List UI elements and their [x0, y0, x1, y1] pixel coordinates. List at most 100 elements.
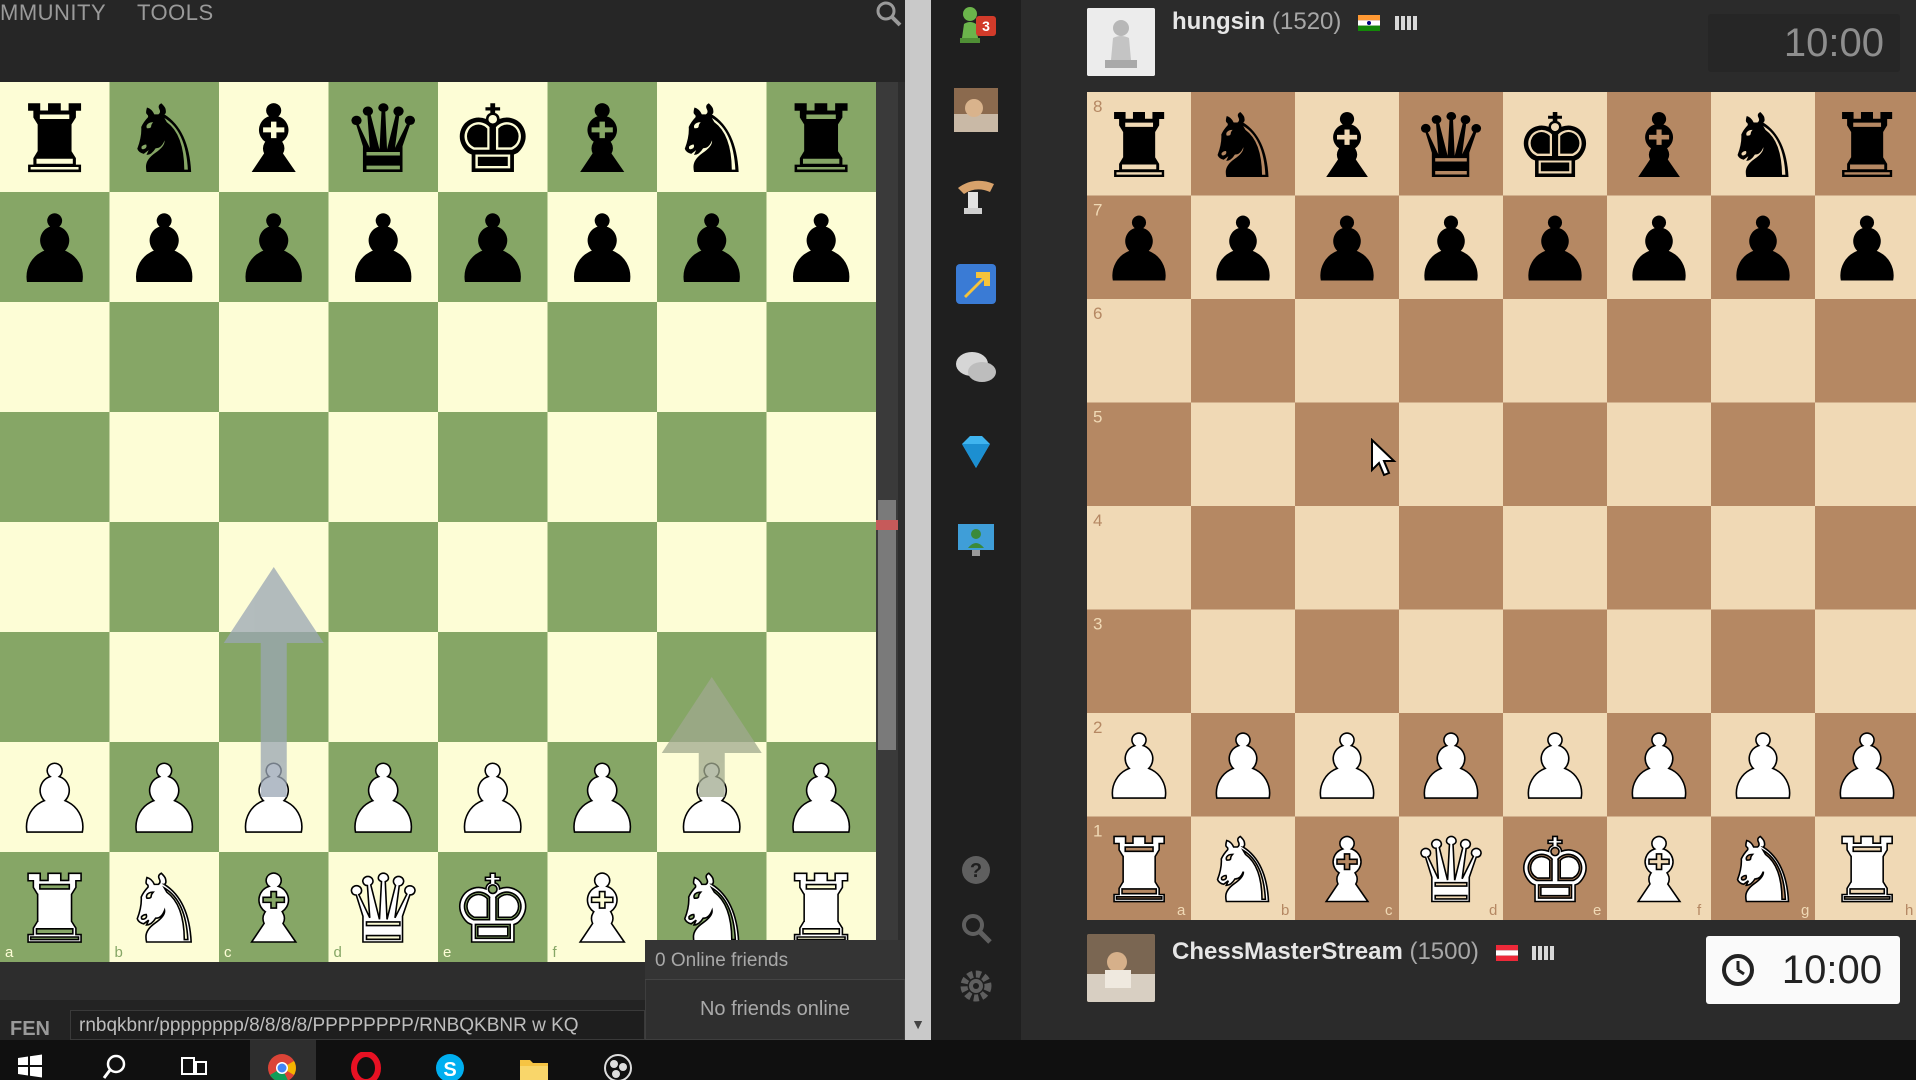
board-square-g6[interactable]: [657, 302, 767, 412]
windows-start-icon[interactable]: [12, 1052, 48, 1080]
bottom-player-avatar[interactable]: [1087, 934, 1155, 1002]
black-pawn-piece[interactable]: ♟: [232, 196, 316, 305]
board-square-f4[interactable]: [547, 522, 658, 632]
search-icon[interactable]: [954, 906, 998, 950]
board-square-d3[interactable]: [1399, 609, 1503, 714]
share-arrow-icon[interactable]: [954, 262, 998, 306]
board-square-c3[interactable]: [1295, 609, 1399, 714]
board-square-f6[interactable]: [1607, 299, 1711, 403]
diamond-icon[interactable]: [954, 430, 998, 474]
board-square-g6[interactable]: [1711, 299, 1815, 403]
black-pawn-piece[interactable]: ♟: [1203, 197, 1283, 301]
bottom-player-name-row[interactable]: ChessMasterStream (1500): [1172, 938, 1556, 966]
black-pawn-piece[interactable]: ♟: [451, 196, 535, 305]
board-square-d6[interactable]: [1399, 299, 1503, 403]
board-square-d4[interactable]: [328, 522, 439, 632]
white-rook-piece[interactable]: ♜: [1826, 818, 1907, 920]
white-pawn-piece[interactable]: ♟: [1098, 714, 1179, 820]
black-bishop-piece[interactable]: ♝: [560, 86, 644, 195]
board-square-a3[interactable]: [0, 632, 110, 742]
monitor-user-icon[interactable]: [954, 518, 998, 562]
board-square-a3[interactable]: [1087, 609, 1191, 714]
board-square-a5[interactable]: [1087, 402, 1191, 507]
black-bishop-piece[interactable]: ♝: [232, 86, 316, 195]
board-square-a6[interactable]: [1087, 299, 1191, 403]
nav-community[interactable]: MMUNITY: [0, 0, 106, 26]
white-pawn-piece[interactable]: ♟: [559, 745, 645, 856]
white-king-piece[interactable]: ♚: [450, 855, 536, 962]
board-square-d5[interactable]: [328, 412, 439, 522]
white-knight-piece[interactable]: ♞: [1722, 818, 1803, 920]
black-pawn-piece[interactable]: ♟: [122, 196, 206, 305]
black-knight-piece[interactable]: ♞: [122, 86, 206, 195]
black-rook-piece[interactable]: ♜: [779, 86, 863, 195]
board-square-d5[interactable]: [1399, 402, 1503, 507]
board-square-g5[interactable]: [1711, 402, 1815, 507]
board-square-e6[interactable]: [1503, 299, 1607, 403]
board-square-e4[interactable]: [1503, 506, 1607, 610]
game-chess-board[interactable]: 87654321a b c d e f g h♜ ♞ ♝ ♛ ♚ ♝ ♞ ♜♟ ♟ ♟ ♟ ♟ ♟ ♟ ♟♟ ♟ ♟ ♟ ♟ ♟ ♟ ♟…: [1087, 92, 1916, 920]
board-square-b5[interactable]: [109, 412, 220, 522]
black-pawn-piece[interactable]: ♟: [13, 196, 97, 305]
search-icon[interactable]: [872, 0, 906, 30]
white-rook-piece[interactable]: ♜: [12, 855, 98, 962]
board-square-c6[interactable]: [1295, 299, 1399, 403]
white-king-piece[interactable]: ♚: [1514, 818, 1595, 920]
board-square-f3[interactable]: [547, 632, 658, 742]
white-pawn-piece[interactable]: ♟: [1722, 714, 1803, 820]
board-square-e4[interactable]: [438, 522, 548, 632]
board-square-g4[interactable]: [1711, 506, 1815, 610]
file-explorer-icon[interactable]: [516, 1052, 552, 1080]
black-rook-piece[interactable]: ♜: [1099, 94, 1179, 198]
black-knight-piece[interactable]: ♞: [670, 86, 754, 195]
board-square-e3[interactable]: [1503, 609, 1607, 714]
board-square-g5[interactable]: [657, 412, 767, 522]
top-player-avatar[interactable]: [1087, 8, 1155, 76]
board-square-f3[interactable]: [1607, 609, 1711, 714]
black-pawn-piece[interactable]: ♟: [1307, 197, 1387, 301]
white-bishop-piece[interactable]: ♝: [1306, 818, 1387, 920]
black-bishop-piece[interactable]: ♝: [1307, 94, 1387, 198]
black-knight-piece[interactable]: ♞: [1723, 94, 1803, 198]
black-pawn-piece[interactable]: ♟: [560, 196, 644, 305]
board-square-b4[interactable]: [109, 522, 220, 632]
scroll-down-arrow-icon[interactable]: ▼: [909, 1016, 927, 1036]
nav-tools[interactable]: TOOLS: [137, 0, 214, 26]
board-square-h6[interactable]: [766, 302, 877, 412]
board-square-f4[interactable]: [1607, 506, 1711, 610]
white-bishop-piece[interactable]: ♝: [231, 855, 317, 962]
black-pawn-piece[interactable]: ♟: [1515, 197, 1595, 301]
board-square-b6[interactable]: [1191, 299, 1295, 403]
black-rook-piece[interactable]: ♜: [13, 86, 97, 195]
pawn-notification-icon[interactable]: 3: [954, 2, 998, 46]
board-square-c6[interactable]: [219, 302, 329, 412]
board-square-a4[interactable]: [1087, 506, 1191, 610]
board-square-h4[interactable]: [1815, 506, 1916, 610]
task-view-icon[interactable]: [176, 1052, 212, 1080]
left-scrollbar-thumb[interactable]: [878, 500, 896, 750]
white-pawn-piece[interactable]: ♟: [1514, 714, 1595, 820]
black-pawn-piece[interactable]: ♟: [670, 196, 754, 305]
gear-icon[interactable]: [954, 964, 998, 1008]
white-queen-piece[interactable]: ♛: [1410, 818, 1491, 920]
white-queen-piece[interactable]: ♛: [340, 855, 426, 962]
board-square-h6[interactable]: [1815, 299, 1916, 403]
board-square-h3[interactable]: [766, 632, 877, 742]
black-pawn-piece[interactable]: ♟: [1099, 197, 1179, 301]
board-square-a6[interactable]: [0, 302, 110, 412]
top-player-name[interactable]: hungsin: [1172, 8, 1265, 35]
black-pawn-piece[interactable]: ♟: [1723, 197, 1803, 301]
black-pawn-piece[interactable]: ♟: [1619, 197, 1699, 301]
skype-icon[interactable]: S: [432, 1052, 468, 1080]
bottom-player-name[interactable]: ChessMasterStream: [1172, 938, 1403, 965]
board-square-b3[interactable]: [1191, 609, 1295, 714]
board-square-e5[interactable]: [1503, 402, 1607, 507]
board-square-b5[interactable]: [1191, 402, 1295, 507]
board-square-e3[interactable]: [438, 632, 548, 742]
white-bishop-piece[interactable]: ♝: [559, 855, 645, 962]
black-pawn-piece[interactable]: ♟: [1411, 197, 1491, 301]
board-square-e5[interactable]: [438, 412, 548, 522]
obs-icon[interactable]: [600, 1052, 636, 1080]
player-photo-icon[interactable]: [954, 88, 998, 132]
board-square-a4[interactable]: [0, 522, 110, 632]
